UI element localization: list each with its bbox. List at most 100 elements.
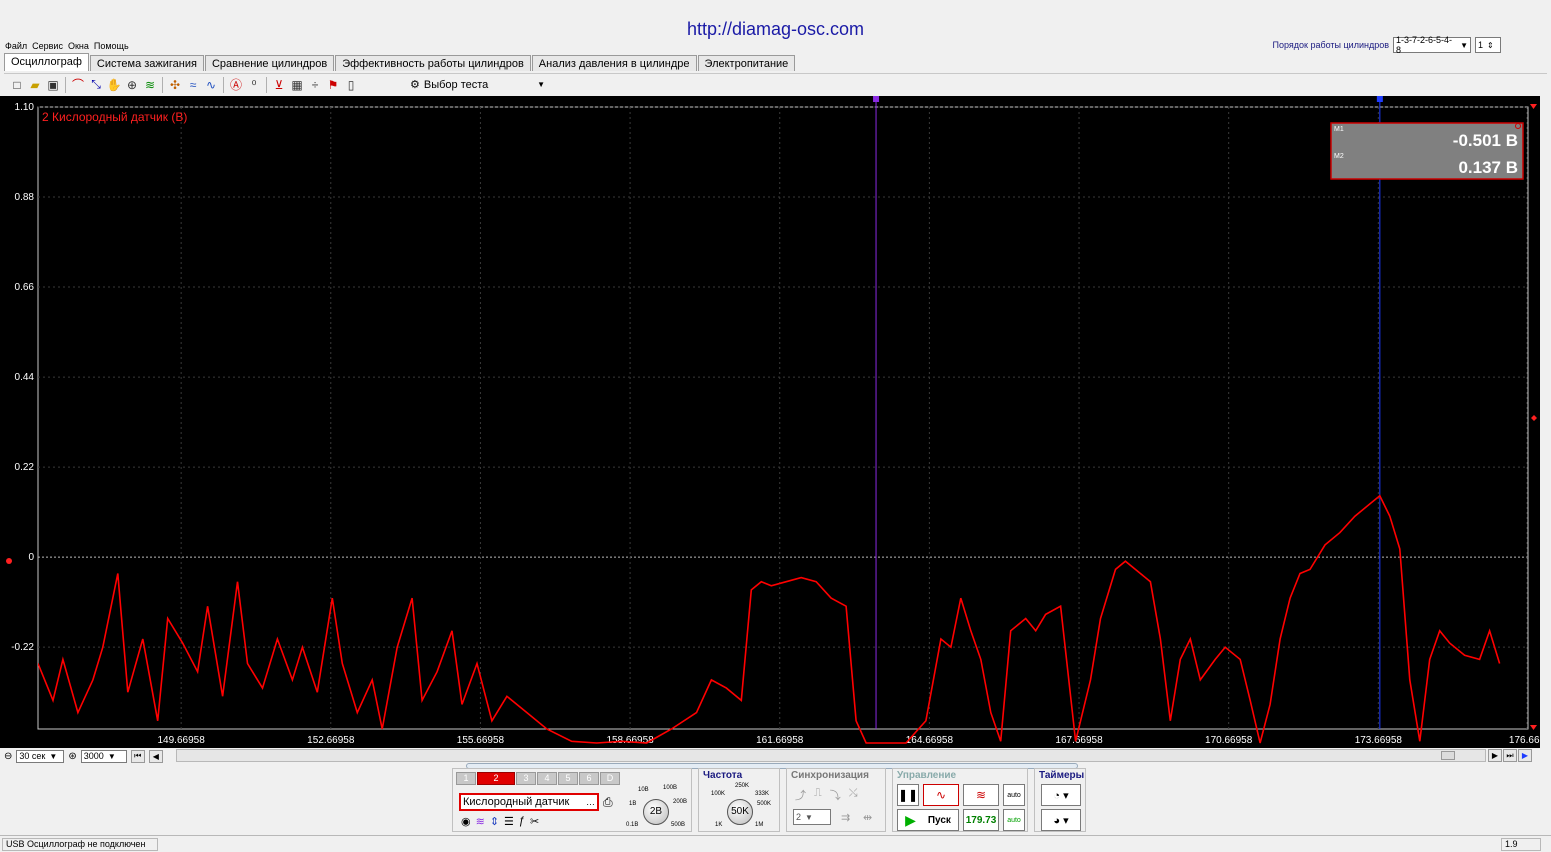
auto-scale-button[interactable]: auto — [1003, 784, 1025, 806]
channel-tab-5[interactable]: 5 — [558, 772, 578, 785]
waves-icon[interactable]: ≈ — [184, 76, 202, 94]
channel-tab-2[interactable]: 2 — [477, 772, 515, 785]
menu-bar: Файл Сервис Окна Помощь — [5, 41, 129, 51]
sync-channel-select[interactable]: 2 ▼ — [793, 809, 831, 825]
test-select-icon: ⚙ — [410, 79, 420, 91]
horizontal-scrollbar[interactable] — [176, 749, 1486, 762]
menu-file[interactable]: Файл — [5, 41, 27, 51]
zoom-icon[interactable]: ⊕ — [123, 76, 141, 94]
menu-service[interactable]: Сервис — [32, 41, 63, 51]
channel-tab-3[interactable]: 3 — [516, 772, 536, 785]
timers-group: Таймеры ◔ ▾ ◕ ▾ — [1034, 768, 1086, 832]
split-icon[interactable]: ÷ — [306, 76, 324, 94]
channel-tab-1[interactable]: 1 — [456, 772, 476, 785]
readout-m2-value: 0.137 В — [1458, 158, 1518, 177]
tab-pressure-analysis[interactable]: Анализ давления в цилиндре — [531, 55, 697, 71]
channel-tab-4[interactable]: 4 — [537, 772, 557, 785]
cursor-mode-icon[interactable]: ⌒ — [69, 76, 87, 94]
time-window-icon: ⊖ — [4, 750, 13, 762]
vertical-shift-icon[interactable]: ⇕ — [490, 815, 499, 828]
timer-2-button[interactable]: ◕ ▾ — [1041, 809, 1081, 831]
lines-icon[interactable]: ☰ — [504, 815, 514, 828]
y-tick-label: -0.22 — [11, 642, 34, 653]
scroll-down-icon — [1530, 725, 1537, 730]
expand-icon[interactable]: ✣ — [166, 76, 184, 94]
rate-display: 179.73 — [963, 809, 999, 831]
auto-start-button[interactable]: auto — [1003, 809, 1025, 831]
scroll-left-button[interactable]: ◀ — [148, 749, 163, 763]
auto-icon[interactable]: Ⓐ — [227, 76, 245, 94]
filter-wave-icon[interactable]: ≋ — [476, 815, 485, 828]
channel-tab-6[interactable]: 6 — [579, 772, 599, 785]
tab-cylinder-efficiency[interactable]: Эффективность работы цилиндров — [335, 55, 531, 71]
plot-border — [37, 106, 1529, 730]
oscilloscope-plot[interactable]: 1.10 0.88 0.66 0.44 0.22 0 -0.22 149.66958 152.6… — [0, 96, 1540, 748]
scrollbar-thumb[interactable] — [1441, 751, 1455, 760]
fit-icon[interactable]: ≋ — [141, 76, 159, 94]
new-file-icon[interactable]: □ — [8, 76, 26, 94]
tab-ignition[interactable]: Система зажигания — [89, 55, 204, 71]
cylinder-spinner[interactable]: 1 ⇕ — [1475, 37, 1501, 53]
channel-name-field[interactable]: Кислородный датчик … — [459, 793, 599, 811]
menu-windows[interactable]: Окна — [68, 41, 89, 51]
play-icon: ▶ — [905, 811, 916, 828]
scroll-right-button[interactable]: ▶ — [1488, 749, 1502, 762]
tools-icon[interactable]: ✂ — [530, 815, 539, 828]
menu-help[interactable]: Помощь — [94, 41, 129, 51]
overlay-icon[interactable]: ∿ — [202, 76, 220, 94]
timer-1-button[interactable]: ◔ ▾ — [1041, 784, 1081, 806]
toolbar-separator — [266, 76, 267, 93]
sine-mode-button[interactable]: ∿ — [923, 784, 959, 806]
hand-pan-icon[interactable]: ✋ — [105, 76, 123, 94]
sync-fall-icon[interactable]: ⤵ — [830, 787, 841, 803]
volts-knob[interactable]: 2В — [643, 799, 669, 825]
sync-auto-icon[interactable]: ⤯ — [849, 787, 858, 803]
volts-label-500: 500В — [671, 822, 686, 828]
function-icon[interactable]: ƒ — [519, 815, 525, 828]
flag-icon[interactable]: ⚑ — [324, 76, 342, 94]
test-select[interactable]: ⚙ Выбор теста ▼ — [410, 76, 545, 94]
grid-icon[interactable]: ▦ — [288, 76, 306, 94]
points-select[interactable]: 3000 ▼ — [80, 749, 127, 763]
y-tick-label: 0.66 — [15, 282, 35, 293]
freq-label-100k: 100K — [711, 791, 726, 797]
save-icon[interactable]: ▣ — [44, 76, 62, 94]
play-scroll-button[interactable]: ▶ — [1518, 749, 1532, 762]
toolbar-separator — [65, 76, 66, 93]
tab-oscilloscope[interactable]: Осциллограф — [4, 53, 89, 71]
freq-label-1k: 1K — [715, 822, 723, 828]
waveform-chart[interactable]: 1.10 0.88 0.66 0.44 0.22 0 -0.22 149.66958 152.6… — [0, 96, 1540, 748]
sync-level-icon[interactable]: ⇉ — [841, 811, 850, 824]
visibility-icon[interactable]: ◉ — [461, 815, 471, 828]
document-icon[interactable]: ▯ — [342, 76, 360, 94]
sync-offset-icon[interactable]: ⇹ — [863, 811, 872, 824]
select-mode-icon[interactable]: ⤡ — [87, 76, 105, 94]
scroll-to-start-button[interactable]: ⏮ — [130, 749, 145, 763]
time-window-select[interactable]: 30 сек ▼ — [16, 749, 65, 763]
chevron-down-icon: ▼ — [537, 80, 545, 89]
filter-icon[interactable]: ⊻ — [270, 76, 288, 94]
start-button[interactable]: ▶ Пуск — [897, 809, 959, 831]
firing-order-select[interactable]: 1-3-7-2-6-5-4-8 ▼ — [1393, 35, 1471, 55]
pause-button[interactable]: ❚❚ — [897, 784, 919, 806]
freq-label-500k: 500K — [757, 801, 772, 807]
frequency-knob[interactable]: 50K — [727, 799, 753, 825]
noise-mode-button[interactable]: ≋ — [963, 784, 999, 806]
marker-handle-1 — [873, 96, 880, 102]
sensor-library-icon[interactable]: ⎙ — [603, 795, 613, 810]
rate-value: 179.73 — [965, 814, 997, 826]
tab-cylinder-compare[interactable]: Сравнение цилиндров — [204, 55, 335, 71]
open-folder-icon[interactable]: ▰ — [26, 76, 44, 94]
sync-front-icon[interactable]: ⎍ — [814, 787, 822, 803]
zero-icon[interactable]: ⁰ — [245, 76, 263, 94]
x-tick-label: 158.66958 — [606, 735, 654, 746]
more-icon[interactable]: … — [586, 795, 595, 809]
sync-rise-icon[interactable]: ⤴ — [795, 787, 806, 803]
scroll-to-end-button[interactable]: ⏭ — [1503, 749, 1517, 762]
channel-tab-d[interactable]: D — [600, 772, 620, 785]
points-value: 3000 — [83, 751, 104, 761]
firing-order-panel: Порядок работы цилиндров 1-3-7-2-6-5-4-8… — [1273, 35, 1501, 55]
chevron-down-icon: ▼ — [805, 812, 813, 822]
tab-power-supply[interactable]: Электропитание — [697, 55, 796, 71]
start-label: Пуск — [927, 814, 951, 826]
